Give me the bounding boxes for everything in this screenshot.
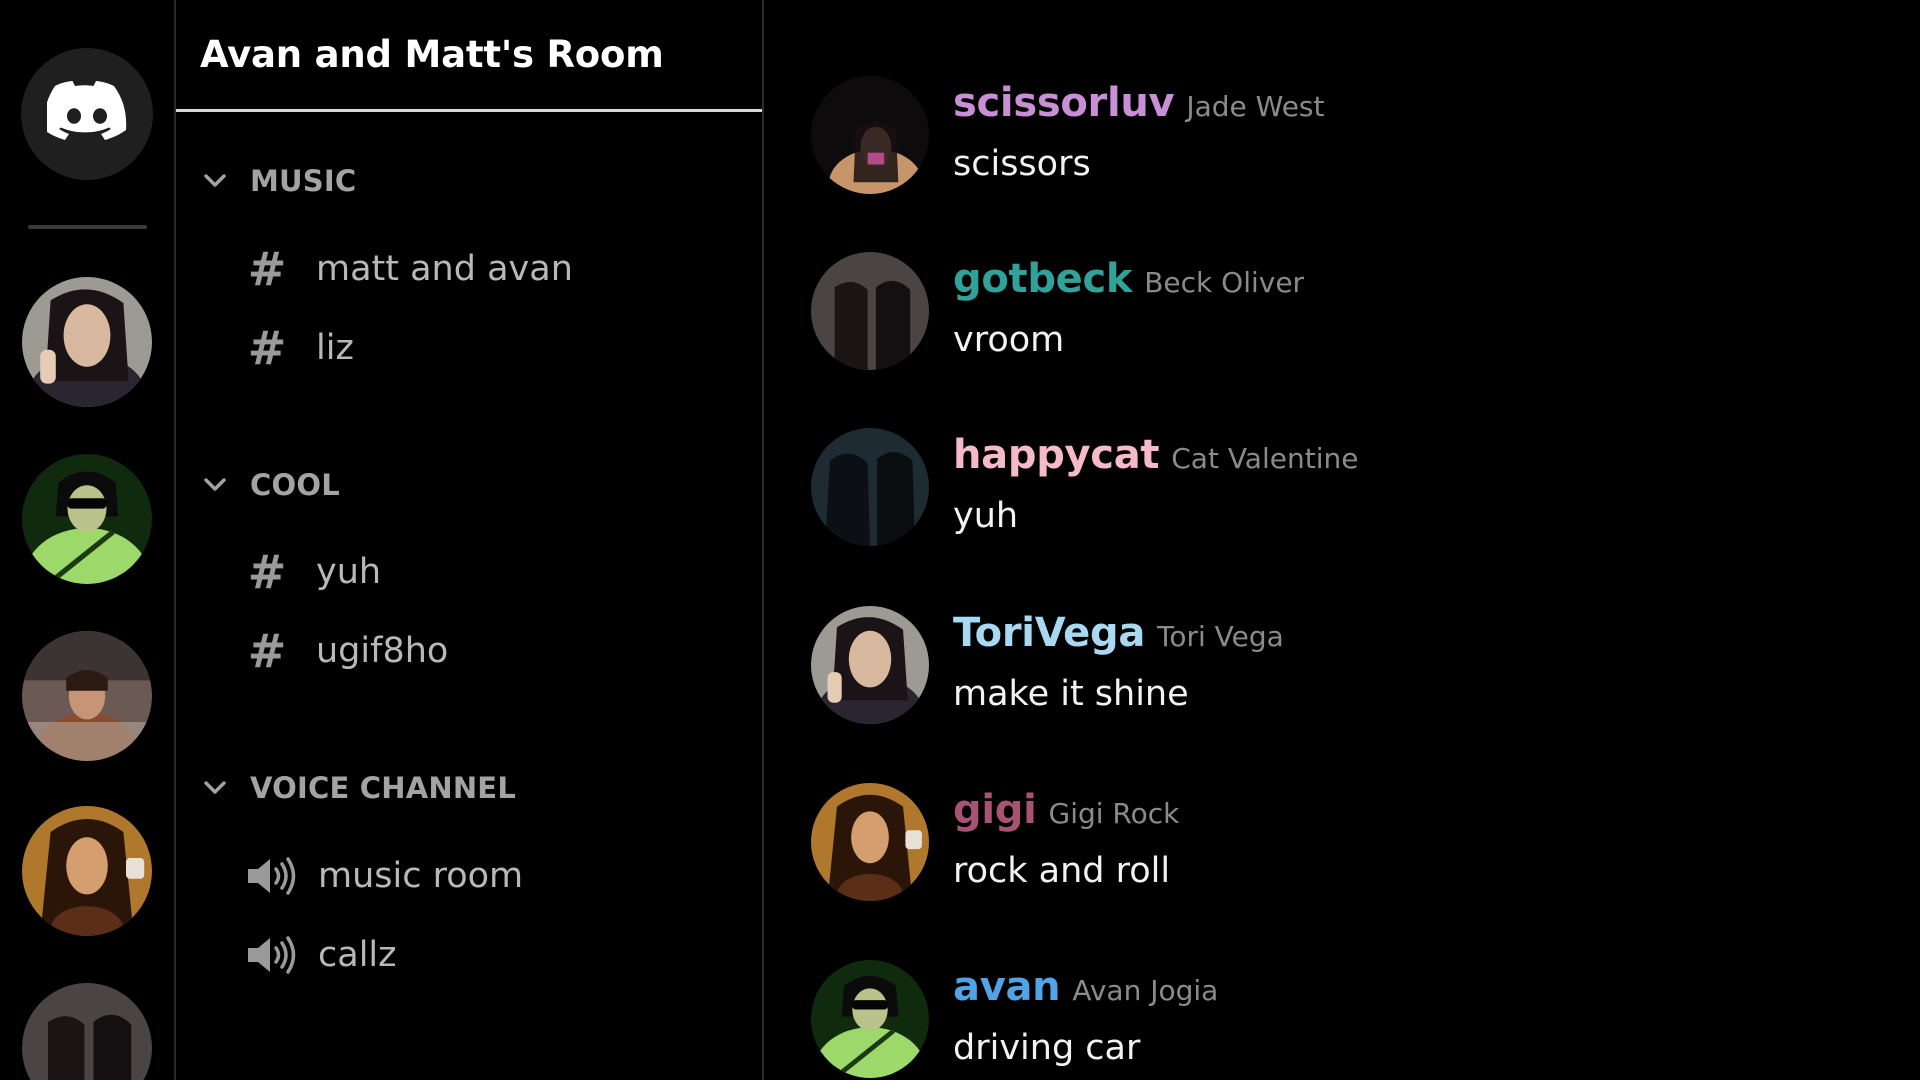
message-text: rock and roll bbox=[953, 851, 1171, 891]
chevron-down-icon bbox=[202, 168, 228, 194]
username[interactable]: gigi bbox=[953, 787, 1037, 833]
channel-label: yuh bbox=[316, 552, 382, 592]
username[interactable]: avan bbox=[953, 964, 1061, 1010]
hash-icon: # bbox=[247, 545, 287, 599]
message: gigi Gigi Rock rock and roll bbox=[811, 783, 1811, 903]
voice-channel-music-room[interactable]: music room bbox=[246, 856, 523, 896]
category-label: MUSIC bbox=[250, 164, 357, 198]
discord-logo-icon bbox=[43, 81, 127, 147]
category-label: VOICE CHANNEL bbox=[250, 771, 516, 805]
hash-icon: # bbox=[247, 624, 287, 678]
user-avatar[interactable] bbox=[811, 606, 929, 724]
real-name: Jade West bbox=[1186, 90, 1325, 123]
message: happycat Cat Valentine yuh bbox=[811, 428, 1811, 548]
message-text: driving car bbox=[953, 1028, 1141, 1068]
speaker-icon bbox=[246, 935, 298, 975]
message-list: scissorluv Jade West scissors gotbeck Be… bbox=[766, 0, 1920, 1080]
channel-label: ugif8ho bbox=[316, 631, 449, 671]
real-name: Beck Oliver bbox=[1144, 266, 1305, 299]
username[interactable]: scissorluv bbox=[953, 80, 1175, 126]
message-text: yuh bbox=[953, 496, 1019, 536]
message: gotbeck Beck Oliver vroom bbox=[811, 252, 1811, 372]
user-avatar[interactable] bbox=[811, 960, 929, 1078]
server-header[interactable]: Avan and Matt's Room bbox=[176, 0, 762, 112]
server-avatar[interactable] bbox=[22, 983, 152, 1080]
category-music[interactable]: MUSIC bbox=[202, 164, 356, 198]
message: ToriVega Tori Vega make it shine bbox=[811, 606, 1811, 726]
chevron-down-icon bbox=[202, 472, 228, 498]
real-name: Avan Jogia bbox=[1072, 974, 1219, 1007]
message-text: scissors bbox=[953, 144, 1091, 184]
real-name: Gigi Rock bbox=[1048, 797, 1180, 830]
hash-icon: # bbox=[247, 321, 287, 375]
message-text: make it shine bbox=[953, 674, 1189, 714]
category-voice-channel[interactable]: VOICE CHANNEL bbox=[202, 771, 516, 805]
username[interactable]: ToriVega bbox=[953, 610, 1145, 656]
server-rail bbox=[0, 0, 176, 1080]
username[interactable]: gotbeck bbox=[953, 256, 1133, 302]
message: scissorluv Jade West scissors bbox=[811, 76, 1811, 196]
message: avan Avan Jogia driving car bbox=[811, 960, 1811, 1080]
category-label: COOL bbox=[250, 468, 340, 502]
channel-label: liz bbox=[316, 328, 354, 368]
channel-label: music room bbox=[318, 856, 524, 896]
home-button[interactable] bbox=[21, 48, 153, 180]
user-avatar[interactable] bbox=[811, 76, 929, 194]
channel-liz[interactable]: # liz bbox=[246, 325, 354, 371]
user-avatar[interactable] bbox=[811, 783, 929, 901]
hash-icon: # bbox=[247, 242, 287, 296]
channel-ugif8ho[interactable]: # ugif8ho bbox=[246, 624, 449, 678]
server-title: Avan and Matt's Room bbox=[200, 33, 664, 76]
username[interactable]: happycat bbox=[953, 432, 1160, 478]
category-cool[interactable]: COOL bbox=[202, 468, 340, 502]
server-avatar[interactable] bbox=[22, 454, 152, 584]
real-name: Tori Vega bbox=[1157, 620, 1284, 653]
speaker-icon bbox=[246, 856, 298, 896]
user-avatar[interactable] bbox=[811, 252, 929, 370]
server-avatar[interactable] bbox=[22, 277, 152, 407]
channel-yuh[interactable]: # yuh bbox=[246, 549, 381, 595]
channel-label: matt and avan bbox=[316, 249, 573, 289]
channel-sidebar: Avan and Matt's Room MUSIC # matt and av… bbox=[176, 0, 764, 1080]
server-avatar[interactable] bbox=[22, 631, 152, 761]
channel-matt-and-avan[interactable]: # matt and avan bbox=[246, 246, 573, 292]
message-text: vroom bbox=[953, 320, 1065, 360]
voice-channel-callz[interactable]: callz bbox=[246, 935, 397, 975]
server-avatar[interactable] bbox=[22, 806, 152, 936]
real-name: Cat Valentine bbox=[1171, 442, 1359, 475]
chevron-down-icon bbox=[202, 775, 228, 801]
rail-separator bbox=[28, 225, 147, 229]
channel-label: callz bbox=[318, 935, 397, 975]
user-avatar[interactable] bbox=[811, 428, 929, 546]
